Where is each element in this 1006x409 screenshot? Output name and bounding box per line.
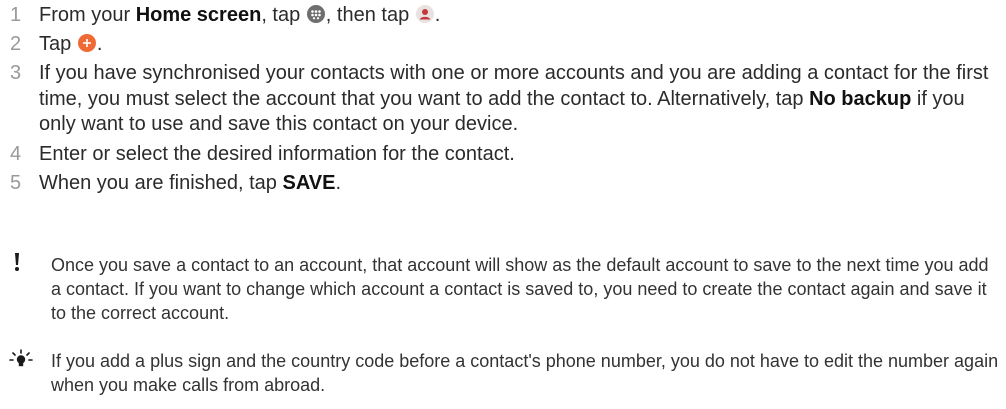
save-label: SAVE [282, 171, 336, 194]
warning-note-text: Once you save a contact to an account, t… [51, 255, 989, 323]
add-contact-icon [77, 34, 96, 52]
steps-list: 1 From your Home screen, tap , then tap … [10, 3, 1000, 200]
step-text-part: When you are finished, tap [39, 171, 283, 194]
step-number: 3 [10, 62, 22, 84]
step-number: 4 [10, 142, 22, 165]
step-4: 4 Enter or select the desired informatio… [10, 142, 1000, 167]
instruction-page: 1 From your Home screen, tap , then tap … [0, 0, 1006, 409]
step-number: 2 [10, 33, 22, 55]
step-text-part: . [96, 33, 103, 55]
exclamation-icon [10, 253, 51, 325]
lightbulb-icon [9, 349, 51, 397]
step-text-part: . [434, 4, 441, 26]
step-text: Tap . [39, 32, 1000, 57]
warning-note: Once you save a contact to an account, t… [10, 253, 1000, 325]
home-screen-label: Home screen [135, 4, 262, 26]
step-text-part: From your [39, 4, 136, 26]
step-3: 3 If you have synchronised your contacts… [10, 61, 1000, 138]
step-text-part: , tap [261, 4, 306, 26]
tip-note-text: If you add a plus sign and the country c… [51, 351, 999, 395]
tip-note: If you add a plus sign and the country c… [9, 349, 1000, 397]
step-text: Enter or select the desired information … [39, 142, 515, 165]
step-text-part: . [335, 171, 342, 194]
step-2: 2 Tap . [10, 32, 1000, 57]
step-number: 1 [10, 4, 22, 26]
step-text-part: Tap [39, 33, 77, 55]
step-text-part: , then tap [325, 4, 415, 26]
step-text: When you are finished, tap SAVE. [39, 171, 1000, 196]
step-1: 1 From your Home screen, tap , then tap … [10, 3, 1000, 28]
step-5: 5 When you are finished, tap SAVE. [10, 171, 1000, 196]
contacts-icon [415, 5, 434, 23]
step-number: 5 [10, 171, 22, 194]
step-text: If you have synchronised your contacts w… [39, 61, 1000, 138]
step-text: From your Home screen, tap , then tap . [39, 3, 1000, 28]
no-backup-label: No backup [809, 87, 912, 110]
apps-grid-icon [306, 5, 325, 23]
